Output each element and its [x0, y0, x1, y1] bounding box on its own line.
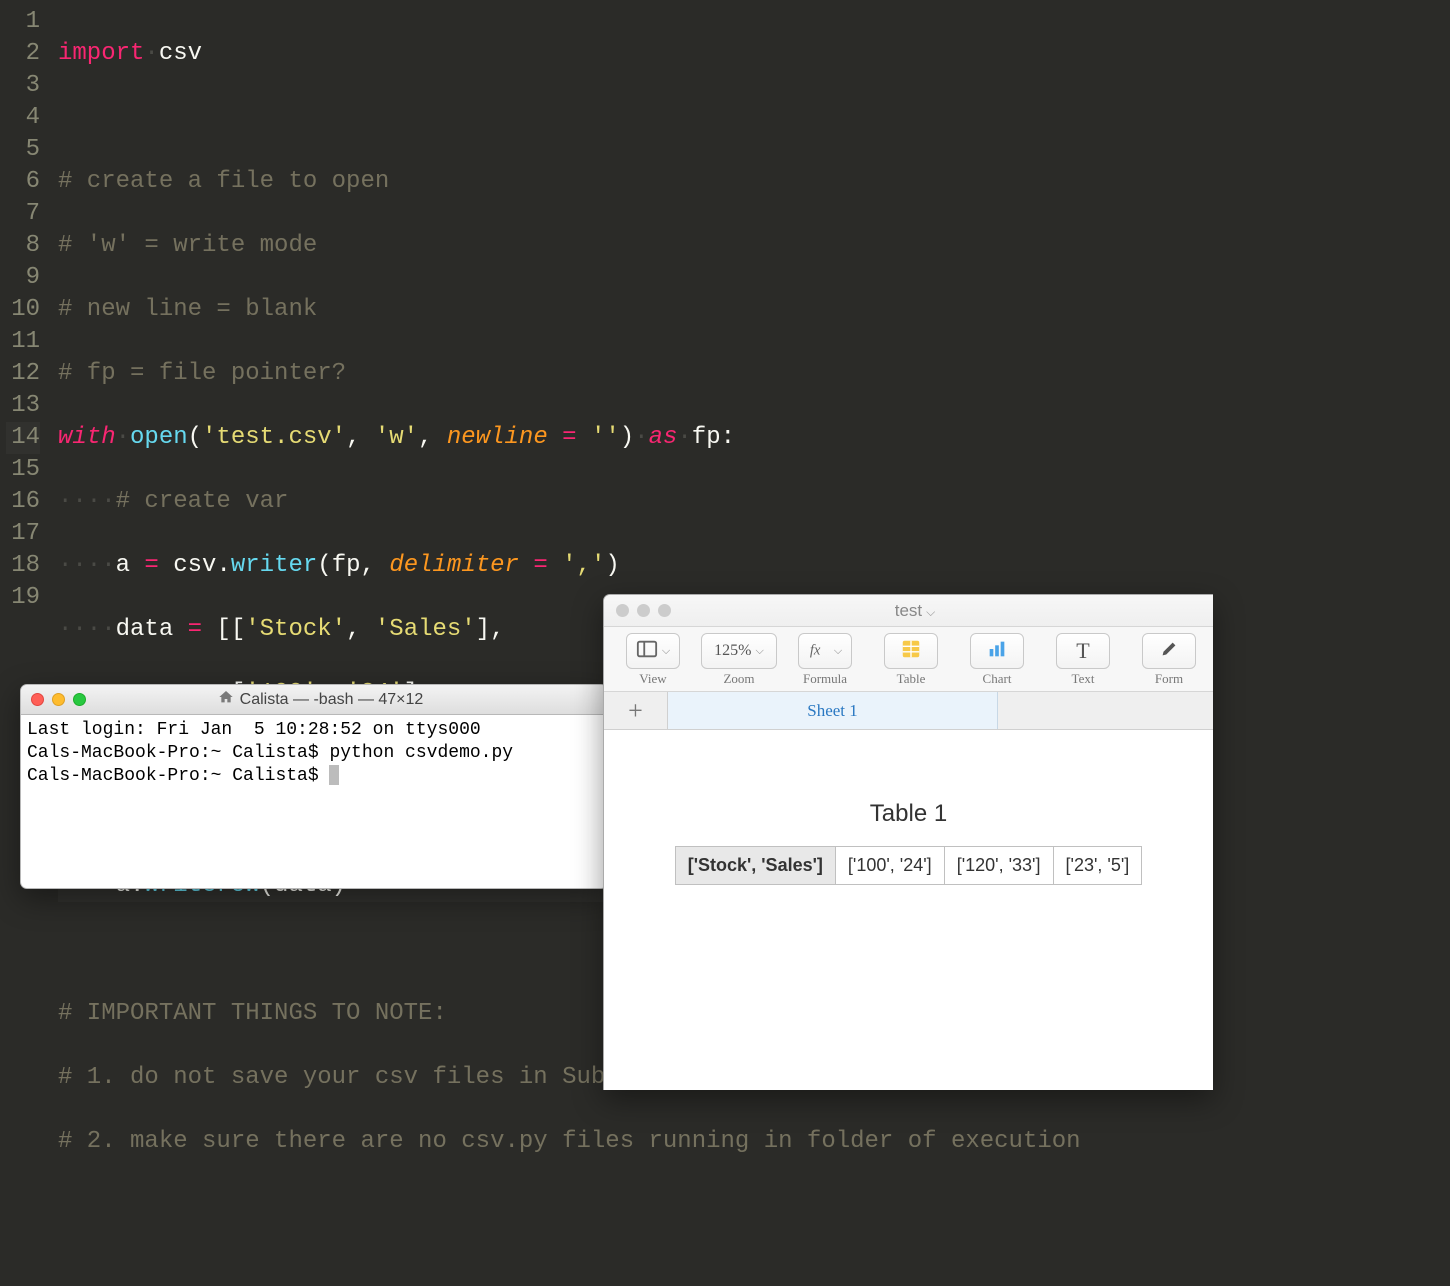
terminal-window[interactable]: Calista — -bash — 47×12 Last login: Fri … — [20, 684, 608, 889]
table-cell[interactable]: ['23', '5'] — [1053, 847, 1142, 885]
view-icon — [636, 638, 658, 665]
tool-table: Table — [872, 633, 950, 687]
keyword-import: import — [58, 40, 144, 67]
close-button[interactable] — [31, 693, 44, 706]
terminal-titlebar[interactable]: Calista — -bash — 47×12 — [21, 685, 607, 715]
table-title[interactable]: Table 1 — [604, 800, 1213, 828]
tool-label: Text — [1072, 671, 1095, 687]
zoom-button[interactable]: 125% ⌵ — [701, 633, 777, 669]
chart-icon — [986, 638, 1008, 665]
tool-zoom: 125% ⌵ Zoom — [700, 633, 778, 687]
tool-view: ⌵ View — [614, 633, 692, 687]
comment: # new line = blank — [58, 296, 317, 323]
data-table[interactable]: ['Stock', 'Sales'] ['100', '24'] ['120',… — [675, 846, 1143, 885]
terminal-body[interactable]: Last login: Fri Jan 5 10:28:52 on ttys00… — [21, 715, 607, 888]
terminal-title: Calista — -bash — 47×12 — [44, 689, 597, 710]
close-button[interactable] — [616, 604, 629, 617]
comment: # 2. make sure there are no csv.py files… — [58, 1128, 1081, 1155]
table-header-cell[interactable]: ['Stock', 'Sales'] — [675, 847, 835, 885]
text-button[interactable]: T — [1056, 633, 1110, 669]
chevron-down-icon: ⌵ — [834, 645, 842, 658]
terminal-prompt: Cals-MacBook-Pro:~ Calista$ — [27, 766, 329, 786]
formula-button[interactable]: fx ⌵ — [798, 633, 852, 669]
numbers-window[interactable]: test⌵ ⌵ View 125% ⌵ Zoom fx — [603, 594, 1213, 1090]
sheet-canvas[interactable]: Table 1 ['Stock', 'Sales'] ['100', '24']… — [604, 730, 1213, 1090]
tool-label: Formula — [803, 671, 847, 687]
line-gutter: 1 2 3 4 5 6 7 8 9 10 11 12 13 14 15 16 1… — [0, 0, 54, 1154]
terminal-line: Cals-MacBook-Pro:~ Calista$ python csvde… — [27, 743, 513, 763]
table-button[interactable] — [884, 633, 938, 669]
sheet-tab[interactable]: Sheet 1 — [668, 692, 998, 729]
comment: # create var — [116, 488, 289, 515]
table-icon — [900, 638, 922, 665]
document-title[interactable]: test⌵ — [629, 601, 1201, 621]
home-icon — [218, 689, 234, 710]
terminal-line: Last login: Fri Jan 5 10:28:52 on ttys00… — [27, 720, 481, 740]
tool-text: T Text — [1044, 633, 1122, 687]
tool-format: Form — [1130, 633, 1208, 687]
fx-icon: fx — [808, 638, 830, 665]
comment: # IMPORTANT THINGS TO NOTE: — [58, 1000, 447, 1027]
cursor — [329, 765, 339, 785]
table-cell[interactable]: ['120', '33'] — [944, 847, 1053, 885]
tool-label: Zoom — [723, 671, 754, 687]
tool-label: View — [639, 671, 666, 687]
chevron-down-icon: ⌵ — [755, 645, 763, 658]
zoom-value: 125% — [714, 642, 751, 660]
comment: # fp = file pointer? — [58, 360, 346, 387]
text-icon: T — [1076, 638, 1089, 664]
chevron-down-icon: ⌵ — [662, 645, 670, 658]
tool-formula: fx ⌵ Formula — [786, 633, 864, 687]
view-button[interactable]: ⌵ — [626, 633, 680, 669]
comment: # 'w' = write mode — [58, 232, 317, 259]
toolbar: ⌵ View 125% ⌵ Zoom fx ⌵ Formula — [604, 627, 1213, 692]
comment: # create a file to open — [58, 168, 389, 195]
chevron-down-icon: ⌵ — [926, 605, 935, 619]
add-sheet-button[interactable]: + — [604, 692, 668, 729]
numbers-titlebar[interactable]: test⌵ — [604, 595, 1213, 627]
sheet-bar: + Sheet 1 — [604, 692, 1213, 730]
table-cell[interactable]: ['100', '24'] — [835, 847, 944, 885]
tool-label: Chart — [983, 671, 1012, 687]
tool-chart: Chart — [958, 633, 1036, 687]
tool-label: Table — [897, 671, 926, 687]
tool-label: Form — [1155, 671, 1183, 687]
table-row[interactable]: ['Stock', 'Sales'] ['100', '24'] ['120',… — [675, 847, 1142, 885]
chart-button[interactable] — [970, 633, 1024, 669]
svg-text:fx: fx — [810, 642, 821, 658]
paintbrush-icon — [1158, 638, 1180, 665]
format-button[interactable] — [1142, 633, 1196, 669]
